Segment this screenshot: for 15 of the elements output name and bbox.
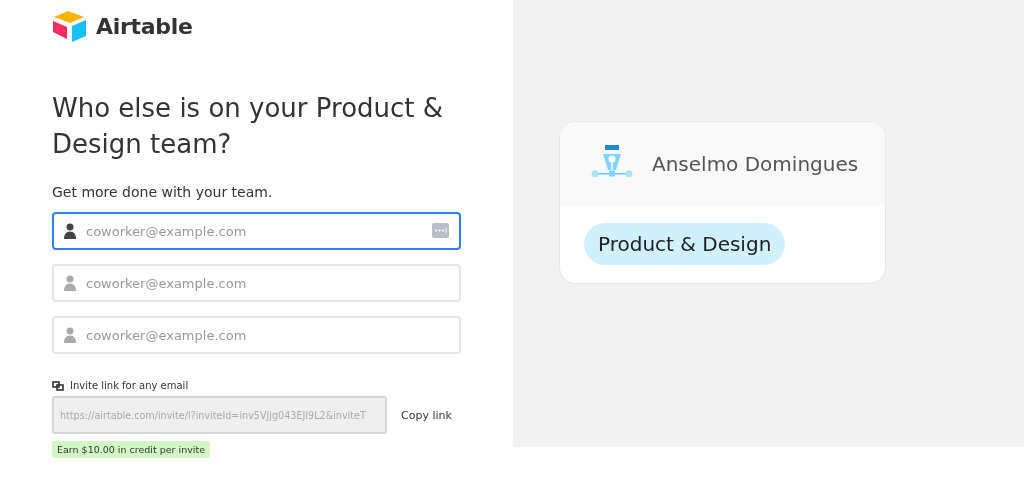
invite-link-label: Invite link for any email bbox=[70, 380, 189, 391]
person-icon bbox=[63, 327, 77, 343]
password-manager-icon[interactable] bbox=[432, 223, 449, 238]
logo-text: Airtable bbox=[96, 13, 193, 39]
person-icon bbox=[63, 223, 77, 239]
logo-icon bbox=[52, 10, 88, 42]
heading: Who else is on your Product & Design team? bbox=[52, 92, 445, 161]
email-field[interactable]: coworker@example.com bbox=[52, 212, 461, 250]
link-icon bbox=[52, 380, 64, 391]
subheading: Get more done with your team. bbox=[52, 184, 274, 200]
copy-link-button[interactable]: Copy link bbox=[399, 404, 454, 426]
member-name: Anselmo Domingues bbox=[652, 152, 859, 176]
credit-badge: Earn $10.00 in credit per invite bbox=[52, 441, 210, 458]
person-icon bbox=[63, 275, 77, 291]
team-tag: Product & Design bbox=[584, 223, 786, 265]
